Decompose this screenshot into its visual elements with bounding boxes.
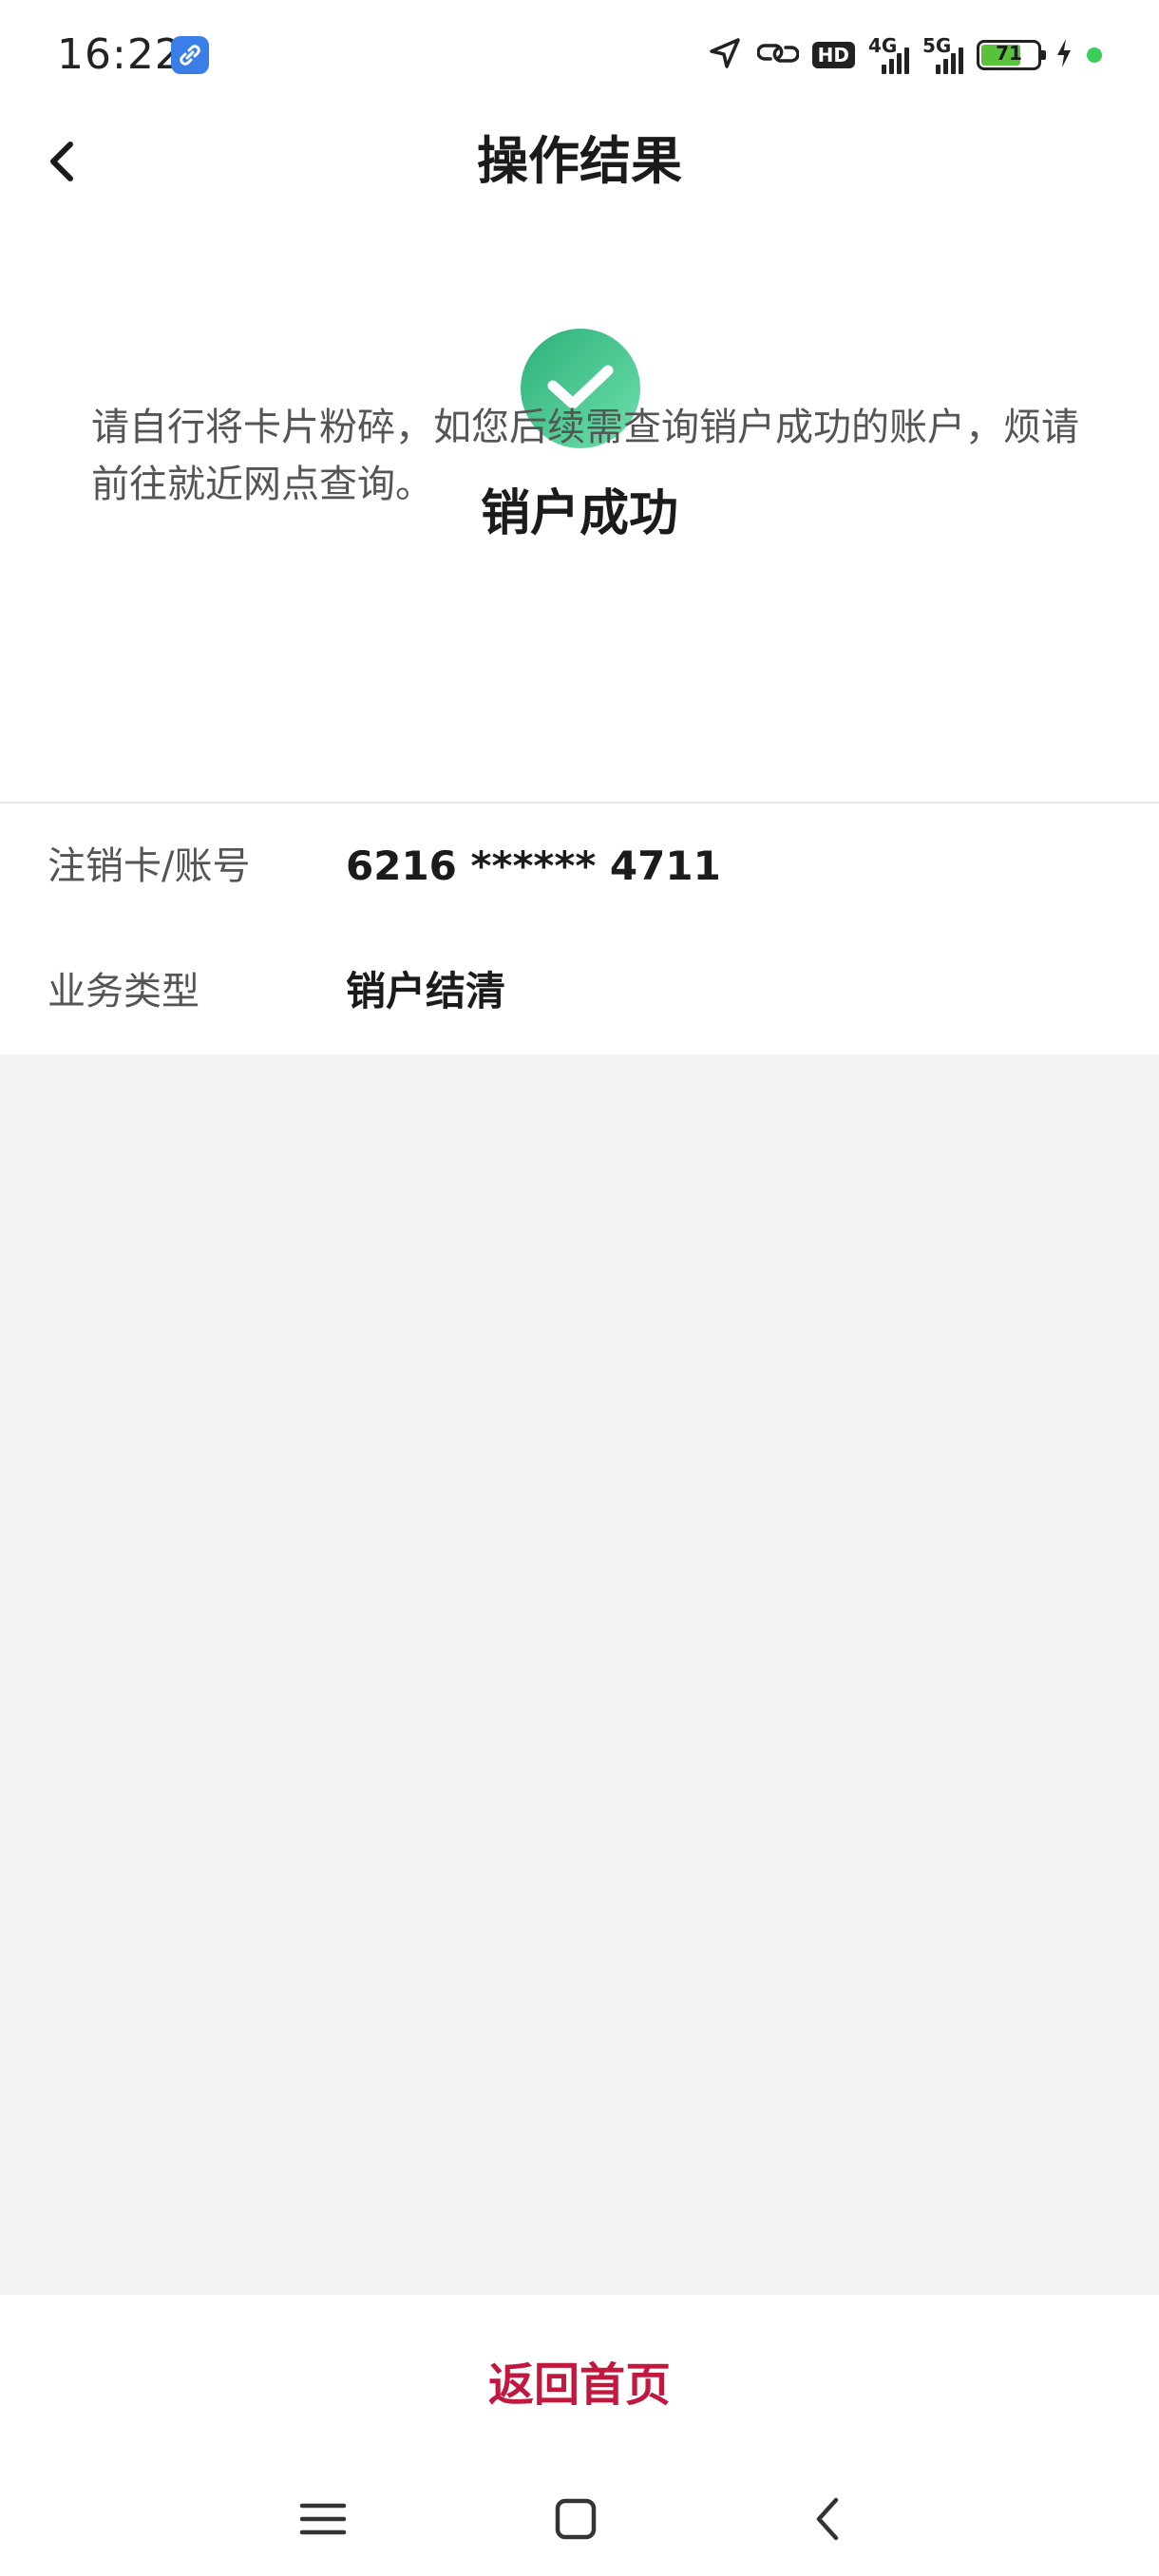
detail-value: 销户结清 xyxy=(346,968,506,1014)
network-4g-label: 4G xyxy=(868,34,898,57)
detail-label: 业务类型 xyxy=(48,970,200,1013)
link-app-icon xyxy=(171,36,209,74)
menu-icon xyxy=(299,2503,347,2535)
system-nav-bar xyxy=(0,2462,1159,2576)
battery-level: 71 xyxy=(996,42,1022,65)
detail-label: 注销卡/账号 xyxy=(48,844,251,888)
detail-row-account: 注销卡/账号 6216 ****** 4711 xyxy=(0,804,1159,929)
network-4g-signal: 4G xyxy=(868,36,909,74)
chevron-left-icon xyxy=(50,142,73,181)
bottom-bar: 返回首页 xyxy=(0,2295,1159,2576)
status-time: 16:22 xyxy=(57,30,182,79)
nav-menu-button[interactable] xyxy=(294,2491,352,2548)
network-5g-label: 5G xyxy=(922,34,952,57)
network-5g-signal: 5G xyxy=(922,36,963,74)
back-button[interactable] xyxy=(38,129,91,194)
location-icon xyxy=(706,34,744,76)
details-list: 注销卡/账号 6216 ****** 4711 业务类型 销户结清 xyxy=(0,804,1159,1054)
return-home-button[interactable]: 返回首页 xyxy=(390,2333,770,2437)
charging-icon xyxy=(1054,37,1074,73)
detail-row-business-type: 业务类型 销户结清 xyxy=(0,929,1159,1054)
privacy-indicator-dot xyxy=(1087,47,1102,63)
page-title: 操作结果 xyxy=(477,131,682,191)
status-bar: 16:22 HD 4G 5G 71 xyxy=(0,0,1159,104)
square-icon xyxy=(555,2498,597,2540)
battery-icon: 71 xyxy=(977,40,1046,70)
hd-badge: HD xyxy=(811,42,855,68)
result-message: 请自行将卡片粉碎，如您后续需查询销户成功的账户，烦请前往就近网点查询。 xyxy=(91,406,1079,506)
link-icon xyxy=(755,34,800,76)
status-indicators: HD 4G 5G 71 xyxy=(706,28,1102,82)
chevron-left-icon xyxy=(816,2497,839,2541)
nav-back-button[interactable] xyxy=(800,2491,857,2548)
header: 操作结果 xyxy=(0,104,1159,218)
detail-value: 6216 ****** 4711 xyxy=(346,843,721,889)
nav-home-button[interactable] xyxy=(547,2491,604,2548)
